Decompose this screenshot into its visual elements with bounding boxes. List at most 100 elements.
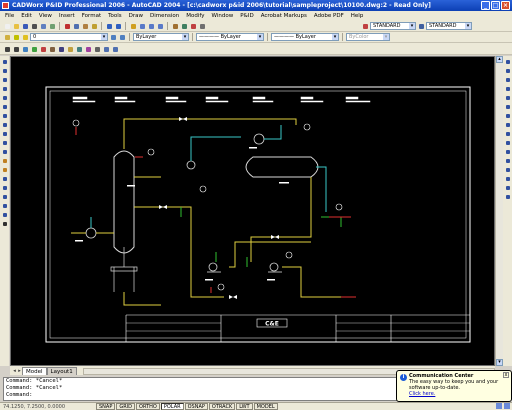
- erase-icon[interactable]: [504, 58, 511, 65]
- menu-acrobat-markups[interactable]: Acrobat Markups: [260, 13, 308, 19]
- pid-database-icon[interactable]: [102, 45, 110, 53]
- polar-toggle[interactable]: POLAR: [160, 403, 184, 410]
- pid-instrument-icon[interactable]: [39, 45, 47, 53]
- model-toggle[interactable]: MODEL: [253, 403, 278, 410]
- spline-icon[interactable]: [1, 130, 8, 137]
- pid-report-icon[interactable]: [111, 45, 119, 53]
- snap-toggle[interactable]: SNAP: [96, 403, 116, 410]
- notification-link[interactable]: Click here.: [409, 391, 508, 397]
- chamfer-icon[interactable]: [504, 175, 511, 182]
- print-preview-icon[interactable]: [39, 22, 47, 30]
- tab-model[interactable]: Model: [22, 367, 47, 375]
- extend-icon[interactable]: [504, 148, 511, 155]
- linetype-select[interactable]: ———— ByLayer: [196, 33, 264, 41]
- polyline-icon[interactable]: [1, 76, 8, 83]
- insert-block-icon[interactable]: [1, 157, 8, 164]
- menu-window[interactable]: Window: [211, 13, 235, 19]
- dim-style-icon[interactable]: [417, 22, 425, 30]
- menu-dimension[interactable]: Dimension: [149, 13, 180, 19]
- break-icon[interactable]: [504, 157, 511, 164]
- construction-line-icon[interactable]: [1, 67, 8, 74]
- join-icon[interactable]: [504, 166, 511, 173]
- zoom-realtime-icon[interactable]: [138, 22, 146, 30]
- layer-manager-icon[interactable]: [3, 33, 11, 41]
- properties-icon[interactable]: [171, 22, 179, 30]
- command-line[interactable]: Command: *Cancel* Command: *Cancel* Comm…: [3, 377, 398, 401]
- coordinate-readout[interactable]: 74.1250, 7.2500, 0.0000: [0, 404, 96, 410]
- pan-icon[interactable]: [129, 22, 137, 30]
- communication-center-icon[interactable]: [496, 403, 502, 409]
- pid-fitting-icon[interactable]: [48, 45, 56, 53]
- ellipse-arc-icon[interactable]: [1, 148, 8, 155]
- circle-icon[interactable]: [1, 112, 8, 119]
- open-icon[interactable]: [12, 22, 20, 30]
- line-icon[interactable]: [1, 58, 8, 65]
- pid-process-line-icon[interactable]: [12, 45, 20, 53]
- undo-icon[interactable]: [105, 22, 113, 30]
- mirror-icon[interactable]: [504, 76, 511, 83]
- save-icon[interactable]: [21, 22, 29, 30]
- color-select[interactable]: ByLayer: [133, 33, 189, 41]
- cut-icon[interactable]: [63, 22, 71, 30]
- scroll-up-arrow-icon[interactable]: ▴: [496, 56, 503, 63]
- communication-center-notification[interactable]: i Communication Center The easy way to k…: [396, 370, 512, 402]
- pid-flow-arrow-icon[interactable]: [93, 45, 101, 53]
- point-icon[interactable]: [1, 175, 8, 182]
- maximize-button[interactable]: □: [491, 1, 500, 10]
- pid-break-icon[interactable]: [84, 45, 92, 53]
- move-icon[interactable]: [504, 103, 511, 110]
- zoom-window-icon[interactable]: [147, 22, 155, 30]
- menu-edit[interactable]: Edit: [20, 13, 33, 19]
- grid-toggle[interactable]: GRID: [116, 403, 136, 410]
- text-style-select[interactable]: STANDARD: [370, 22, 416, 30]
- close-button[interactable]: ×: [501, 1, 510, 10]
- light-bulb-icon[interactable]: [12, 33, 20, 41]
- pid-tag-icon[interactable]: [66, 45, 74, 53]
- command-prompt[interactable]: Command:: [6, 392, 397, 399]
- design-center-icon[interactable]: [180, 22, 188, 30]
- match-properties-icon[interactable]: [90, 22, 98, 30]
- ellipse-icon[interactable]: [1, 139, 8, 146]
- make-current-icon[interactable]: [109, 33, 117, 41]
- text-style-icon[interactable]: [361, 22, 369, 30]
- copy-icon[interactable]: [72, 22, 80, 30]
- menu-view[interactable]: View: [38, 13, 53, 19]
- lineweight-select[interactable]: ———— ByLayer: [271, 33, 339, 41]
- region-icon[interactable]: [1, 202, 8, 209]
- menu-adobe-pdf[interactable]: Adobe PDF: [313, 13, 345, 19]
- stretch-icon[interactable]: [504, 130, 511, 137]
- tray-settings-icon[interactable]: [504, 403, 510, 409]
- rotate-icon[interactable]: [504, 112, 511, 119]
- new-icon[interactable]: [3, 22, 11, 30]
- arc-icon[interactable]: [1, 103, 8, 110]
- menu-draw[interactable]: Draw: [128, 13, 144, 19]
- redo-icon[interactable]: [114, 22, 122, 30]
- polygon-icon[interactable]: [1, 85, 8, 92]
- menu-file[interactable]: File: [4, 13, 15, 19]
- menu-tools[interactable]: Tools: [107, 13, 123, 19]
- osnap-toggle[interactable]: OSNAP: [184, 403, 208, 410]
- hatch-icon[interactable]: [1, 184, 8, 191]
- app-icon[interactable]: [2, 2, 9, 9]
- publish-icon[interactable]: [48, 22, 56, 30]
- copy-object-icon[interactable]: [504, 67, 511, 74]
- tool-palettes-icon[interactable]: [189, 22, 197, 30]
- menu-insert[interactable]: Insert: [58, 13, 76, 19]
- print-icon[interactable]: [30, 22, 38, 30]
- menu-pid[interactable]: P&ID: [239, 13, 254, 19]
- dim-style-select[interactable]: STANDARD: [426, 22, 472, 30]
- offset-icon[interactable]: [504, 85, 511, 92]
- array-icon[interactable]: [504, 94, 511, 101]
- pid-line-icon[interactable]: [3, 45, 11, 53]
- notification-close-button[interactable]: x: [503, 372, 509, 378]
- zoom-previous-icon[interactable]: [156, 22, 164, 30]
- trim-icon[interactable]: [504, 139, 511, 146]
- revision-cloud-icon[interactable]: [1, 121, 8, 128]
- explode-icon[interactable]: [504, 193, 511, 200]
- fillet-icon[interactable]: [504, 184, 511, 191]
- sun-icon[interactable]: [21, 33, 29, 41]
- help-icon[interactable]: [198, 22, 206, 30]
- menu-modify[interactable]: Modify: [185, 13, 205, 19]
- tab-layout1[interactable]: Layout1: [46, 367, 77, 375]
- pid-nozzle-icon[interactable]: [57, 45, 65, 53]
